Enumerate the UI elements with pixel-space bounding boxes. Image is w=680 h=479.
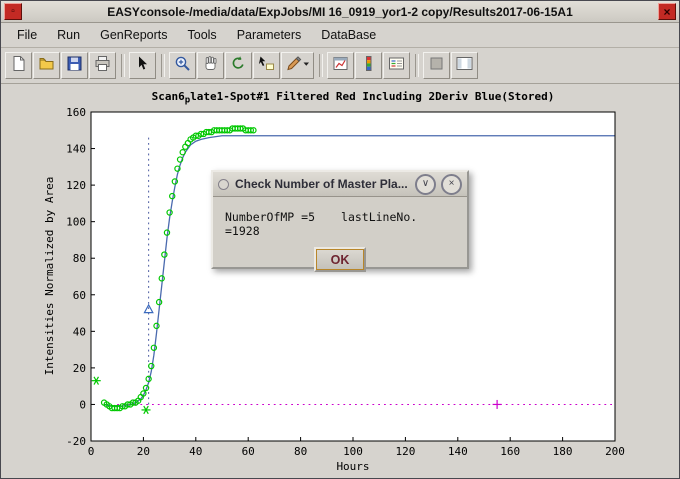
data-cursor-button[interactable] xyxy=(253,52,280,79)
svg-text:40: 40 xyxy=(189,445,202,458)
close-icon: × xyxy=(449,179,455,189)
menu-database[interactable]: DataBase xyxy=(311,25,386,45)
ok-button[interactable]: OK xyxy=(314,247,366,272)
y-axis-label: Intensities Normalized by Area xyxy=(43,177,56,376)
close-icon: × xyxy=(663,6,670,18)
svg-text:20: 20 xyxy=(137,445,150,458)
hide-plot-tools-button[interactable] xyxy=(423,52,450,79)
svg-text:-20: -20 xyxy=(66,435,86,448)
dialog-body: NumberOfMP =5lastLineNo. =1928 OK xyxy=(213,197,467,272)
svg-text:100: 100 xyxy=(66,216,86,229)
svg-text:60: 60 xyxy=(242,445,255,458)
insert-legend-button[interactable] xyxy=(383,52,410,79)
svg-text:0: 0 xyxy=(79,398,86,411)
show-plot-tools-button[interactable] xyxy=(451,52,478,79)
link-plots-icon xyxy=(332,55,349,77)
brush-button[interactable] xyxy=(281,52,314,79)
hide-plot-tools-icon xyxy=(428,55,445,77)
link-plots-button[interactable] xyxy=(327,52,354,79)
menu-parameters[interactable]: Parameters xyxy=(227,25,312,45)
save-button[interactable] xyxy=(61,52,88,79)
window-close-button[interactable]: × xyxy=(658,3,676,20)
dialog-collapse-button[interactable]: ∨ xyxy=(415,174,436,195)
data-cursor-icon xyxy=(258,55,275,77)
window-menu-icon: ▫ xyxy=(11,7,15,17)
pointer-arrow-icon xyxy=(134,55,151,77)
figure-area: Scan6plate1-Spot#1 Filtered Red Includin… xyxy=(1,84,679,479)
toolbar-separator xyxy=(319,54,323,77)
zoom-in-button[interactable] xyxy=(169,52,196,79)
svg-text:100: 100 xyxy=(343,445,363,458)
pan-hand-icon xyxy=(202,55,219,77)
brush-icon xyxy=(286,55,310,77)
plot-region[interactable]: 020406080100120140160180200-200204060801… xyxy=(66,106,625,458)
toolbar-separator xyxy=(121,54,125,77)
colorbar-icon xyxy=(360,55,377,77)
figure-toolbar xyxy=(1,48,679,84)
menu-genreports[interactable]: GenReports xyxy=(90,25,177,45)
svg-text:80: 80 xyxy=(73,252,86,265)
dialog-close-button[interactable]: × xyxy=(441,174,462,195)
dialog-message: NumberOfMP =5lastLineNo. =1928 xyxy=(225,210,455,238)
svg-text:140: 140 xyxy=(448,445,468,458)
insert-colorbar-button[interactable] xyxy=(355,52,382,79)
window-titlebar[interactable]: ▫ EASYconsole-/media/data/ExpJobs/MI 16_… xyxy=(1,1,679,23)
print-button[interactable] xyxy=(89,52,116,79)
x-axis-label: Hours xyxy=(336,460,369,473)
show-plot-tools-icon xyxy=(456,55,473,77)
toolbar-separator xyxy=(415,54,419,77)
zoom-in-icon xyxy=(174,55,191,77)
menu-tools[interactable]: Tools xyxy=(178,25,227,45)
svg-text:40: 40 xyxy=(73,325,86,338)
pan-button[interactable] xyxy=(197,52,224,79)
svg-text:20: 20 xyxy=(73,362,86,375)
menu-file[interactable]: File xyxy=(7,25,47,45)
menubar: File Run GenReports Tools Parameters Dat… xyxy=(1,23,679,48)
window-menu-button[interactable]: ▫ xyxy=(4,3,22,20)
open-file-button[interactable] xyxy=(33,52,60,79)
save-floppy-icon xyxy=(66,55,83,77)
new-document-icon xyxy=(10,55,27,77)
svg-text:180: 180 xyxy=(553,445,573,458)
svg-text:80: 80 xyxy=(294,445,307,458)
rotate-3d-button[interactable] xyxy=(225,52,252,79)
svg-text:120: 120 xyxy=(395,445,415,458)
toolbar-separator xyxy=(161,54,165,77)
printer-icon xyxy=(94,55,111,77)
number-of-mp-value: NumberOfMP =5 xyxy=(225,210,315,224)
svg-text:160: 160 xyxy=(66,106,86,119)
svg-text:160: 160 xyxy=(500,445,520,458)
menu-run[interactable]: Run xyxy=(47,25,90,45)
check-master-plate-dialog: Check Number of Master Pla... ∨ × Number… xyxy=(211,170,469,269)
dialog-dot-icon xyxy=(218,179,229,190)
svg-text:0: 0 xyxy=(88,445,95,458)
rotate-icon xyxy=(230,55,247,77)
chevron-down-icon: ∨ xyxy=(422,179,429,189)
app-window: ▫ EASYconsole-/media/data/ExpJobs/MI 16_… xyxy=(0,0,680,479)
open-folder-icon xyxy=(38,55,55,77)
svg-text:60: 60 xyxy=(73,289,86,302)
dialog-titlebar[interactable]: Check Number of Master Pla... ∨ × xyxy=(213,172,467,197)
chart-title: Scan6plate1-Spot#1 Filtered Red Includin… xyxy=(152,90,555,106)
legend-icon xyxy=(388,55,405,77)
pointer-tool-button[interactable] xyxy=(129,52,156,79)
new-file-button[interactable] xyxy=(5,52,32,79)
dialog-title: Check Number of Master Pla... xyxy=(235,177,410,191)
svg-text:120: 120 xyxy=(66,179,86,192)
svg-text:140: 140 xyxy=(66,143,86,156)
window-title: EASYconsole-/media/data/ExpJobs/MI 16_09… xyxy=(107,5,573,19)
chart[interactable]: Scan6plate1-Spot#1 Filtered Red Includin… xyxy=(1,84,680,479)
svg-text:200: 200 xyxy=(605,445,625,458)
